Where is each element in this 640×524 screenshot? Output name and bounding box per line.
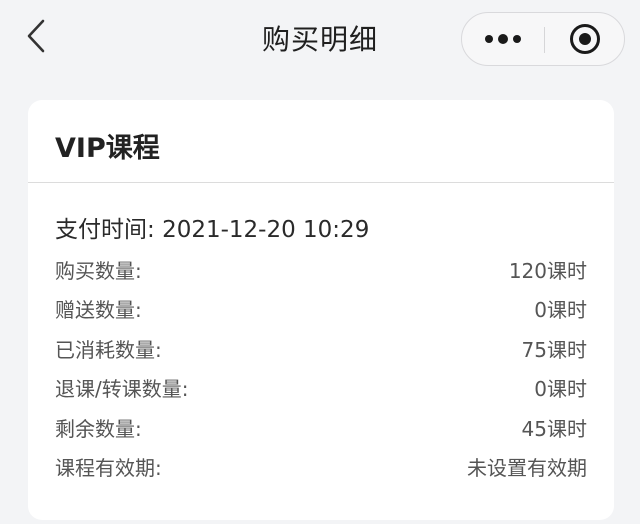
detail-value: 75课时 xyxy=(521,338,587,362)
detail-value: 0课时 xyxy=(534,377,587,401)
detail-value: 120课时 xyxy=(508,259,587,283)
detail-label: 退课/转课数量: xyxy=(55,377,189,401)
detail-label: 课程有效期: xyxy=(55,456,162,480)
card-divider xyxy=(28,182,614,183)
more-dots-icon xyxy=(485,34,521,44)
detail-row-remaining: 剩余数量: 45课时 xyxy=(55,409,587,443)
detail-label: 购买数量: xyxy=(55,259,142,283)
navigation-bar: 购买明细 xyxy=(0,0,640,80)
payment-time-label: 支付时间: xyxy=(55,217,155,243)
mini-program-capsule xyxy=(461,12,625,66)
detail-label: 赠送数量: xyxy=(55,298,142,322)
detail-value: 45课时 xyxy=(521,417,587,441)
target-circle-icon xyxy=(570,24,600,54)
payment-time: 支付时间: 2021-12-20 10:29 xyxy=(55,210,369,244)
detail-row-consumed: 已消耗数量: 75课时 xyxy=(55,330,587,364)
payment-time-value: 2021-12-20 10:29 xyxy=(162,217,370,243)
detail-value: 未设置有效期 xyxy=(467,456,587,480)
detail-row-validity: 课程有效期: 未设置有效期 xyxy=(55,448,587,482)
course-title: VIP课程 xyxy=(55,133,160,164)
detail-row-gifted: 赠送数量: 0课时 xyxy=(55,290,587,324)
detail-row-refunded: 退课/转课数量: 0课时 xyxy=(55,369,587,403)
detail-label: 已消耗数量: xyxy=(55,338,162,362)
purchase-detail-card: VIP课程 支付时间: 2021-12-20 10:29 购买数量: 120课时… xyxy=(28,100,614,520)
detail-label: 剩余数量: xyxy=(55,417,142,441)
detail-row-purchased: 购买数量: 120课时 xyxy=(55,251,587,285)
more-button[interactable] xyxy=(462,13,544,65)
close-miniprogram-button[interactable] xyxy=(545,13,625,65)
detail-value: 0课时 xyxy=(534,298,587,322)
